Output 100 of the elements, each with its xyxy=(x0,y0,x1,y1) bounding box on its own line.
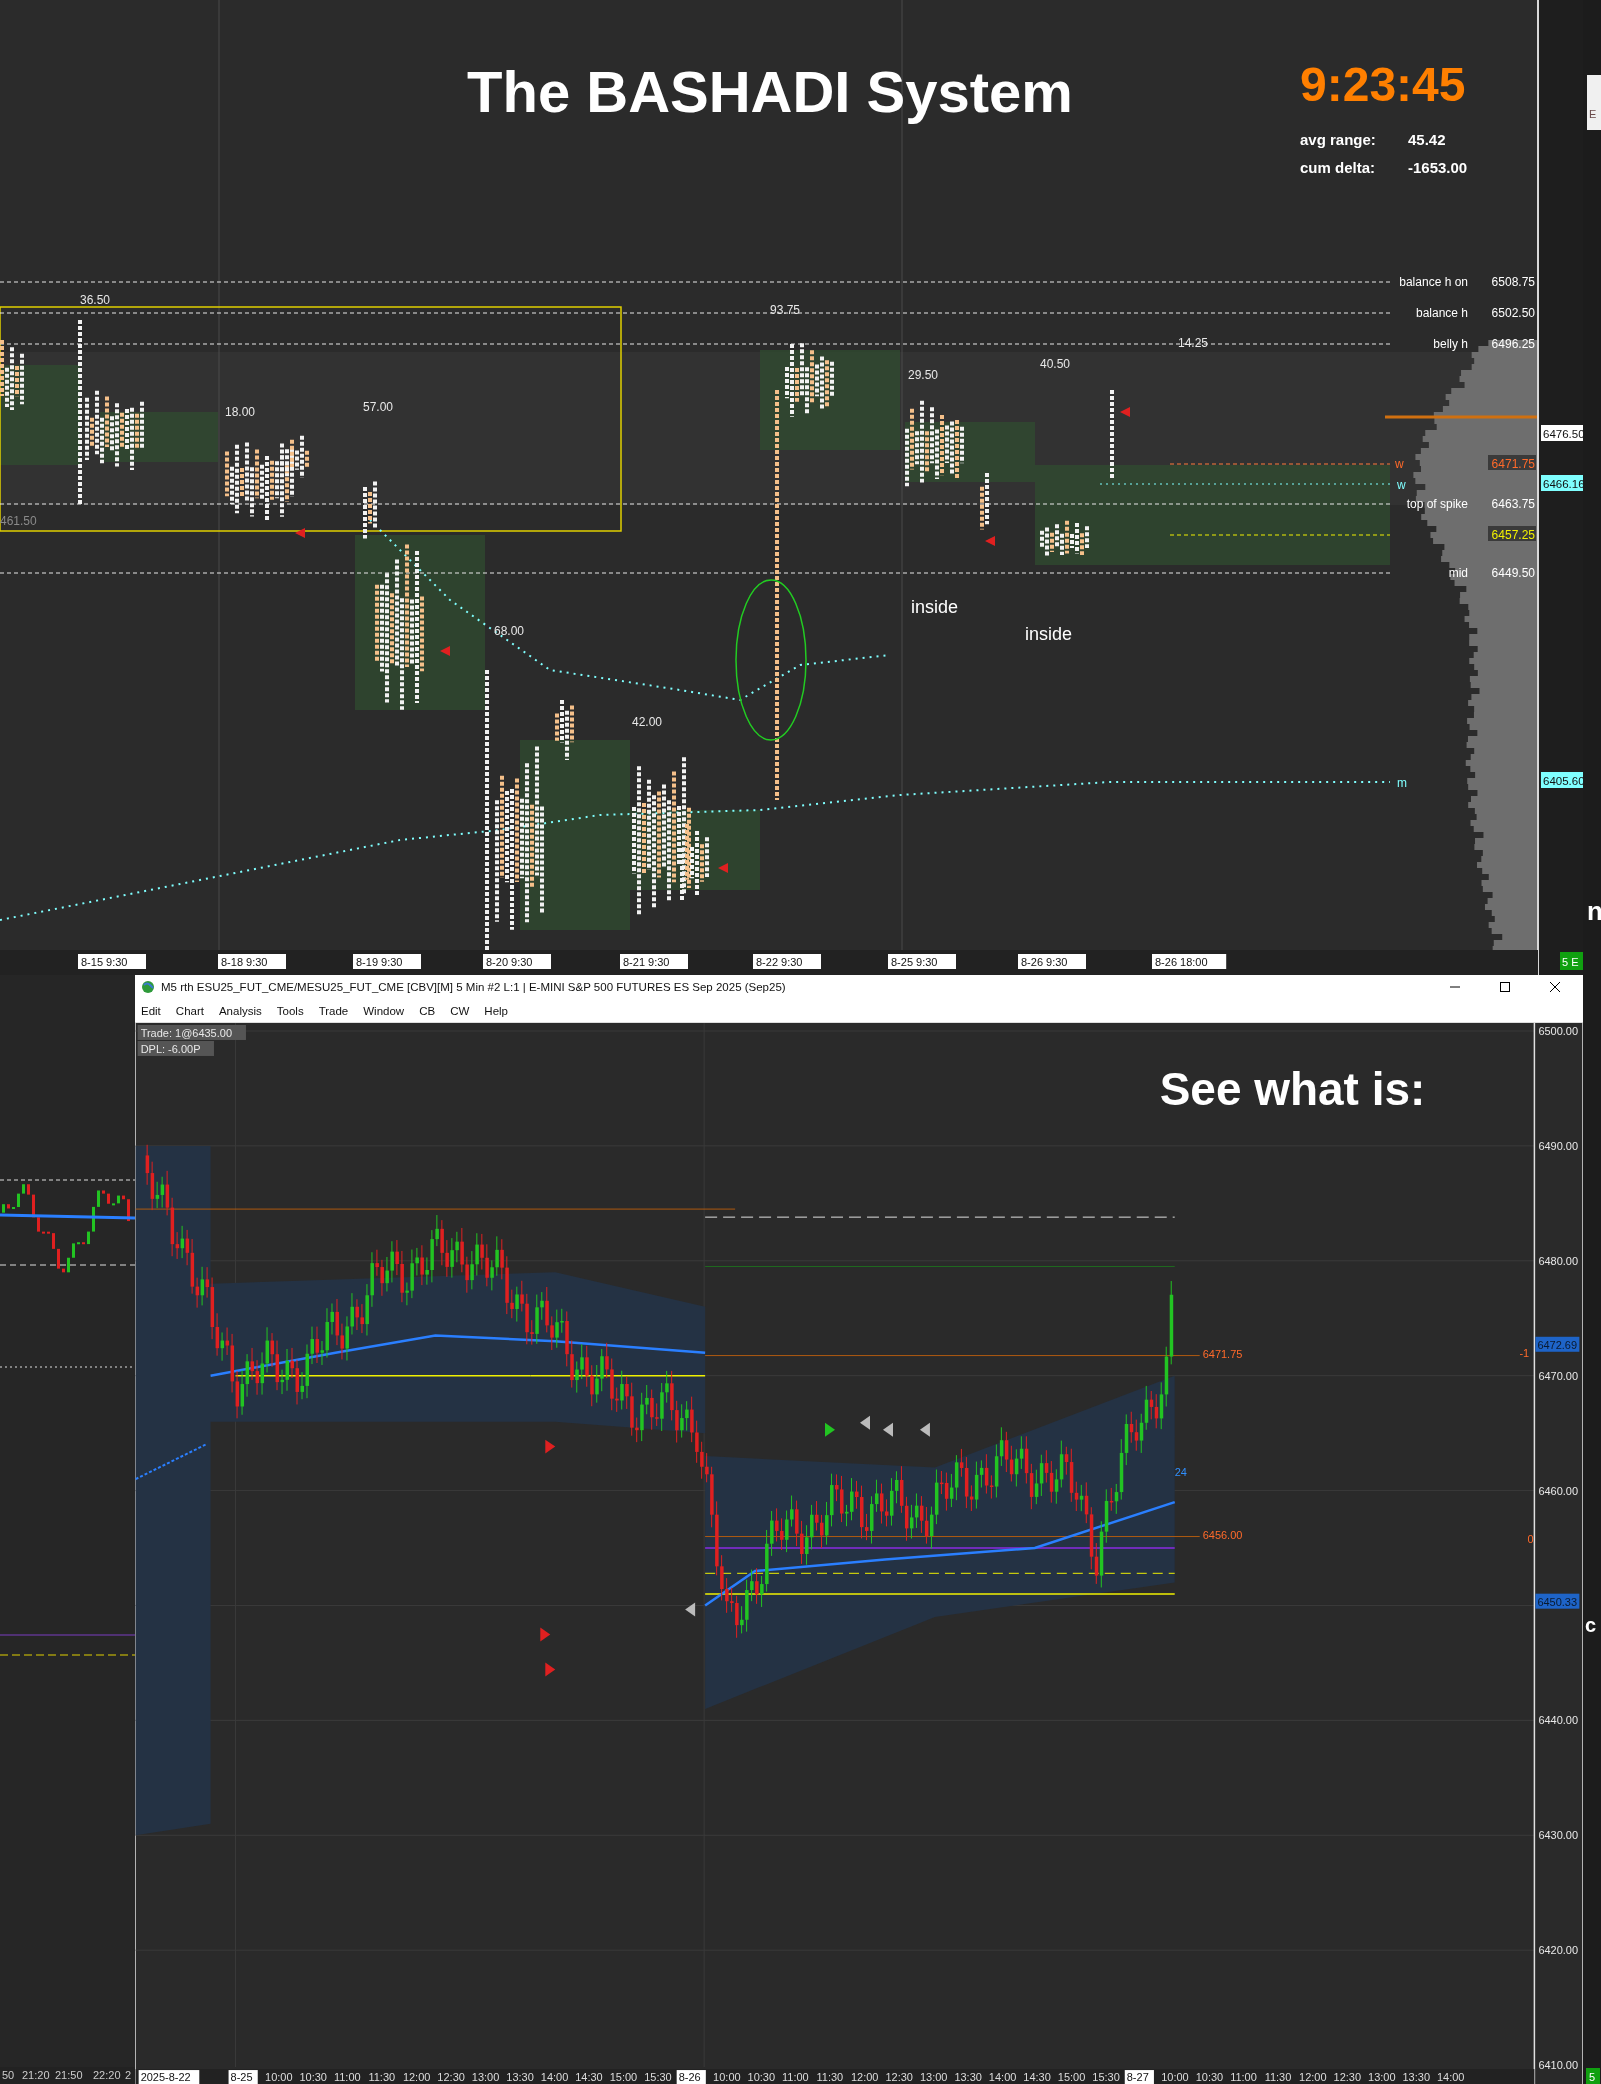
time-label: 11:30 xyxy=(816,2071,844,2083)
window-fragment-text: E xyxy=(1589,108,1597,120)
range-label: 68.00 xyxy=(494,624,525,638)
range-label: 57.00 xyxy=(363,400,394,414)
menu-item[interactable]: Analysis xyxy=(218,1004,262,1017)
time-label: 13:30 xyxy=(954,2071,982,2083)
time-label: 13:00 xyxy=(1368,2071,1396,2083)
menu-item[interactable]: Chart xyxy=(175,1004,204,1017)
window-fragment-text: n xyxy=(1587,896,1601,926)
time-label: 13:00 xyxy=(471,2071,500,2083)
time-label: 14:00 xyxy=(988,2071,1017,2083)
time-label: 15:30 xyxy=(644,2071,672,2083)
price-axis-label: 6500.00 xyxy=(1538,1024,1579,1037)
price-axis-label: 6430.00 xyxy=(1538,1829,1579,1842)
annotation-text: inside xyxy=(1025,624,1073,644)
time-label: 11:30 xyxy=(1264,2071,1292,2083)
close-icon xyxy=(1550,982,1560,993)
time-label: 8-26 18:00 xyxy=(1152,954,1227,969)
time-label: 8-18 9:30 xyxy=(218,954,286,969)
range-label: 14.25 xyxy=(1178,336,1209,350)
price-axis-label: 6410.00 xyxy=(1538,2059,1579,2072)
level-name: mid xyxy=(1448,566,1468,580)
time-label: 13:30 xyxy=(1402,2071,1430,2083)
stat-label: cum delta: xyxy=(1300,159,1375,176)
line-label: 6456.00 xyxy=(1202,1528,1243,1541)
range-label: 42.00 xyxy=(632,715,663,729)
time-label: 11:30 xyxy=(368,2071,396,2083)
time-label: 12:30 xyxy=(885,2071,913,2083)
stat-value: 45.42 xyxy=(1408,131,1446,148)
annotation-text: inside xyxy=(911,597,959,617)
time-label: 13:00 xyxy=(919,2071,948,2083)
level-value: 6471.75 xyxy=(1488,455,1536,471)
window-title: M5 rth ESU25_FUT_CME/MESU25_FUT_CME [CBV][M] 5 Min #2 L:1 | E-MINI S&P 500 FUTURES ES Sep 2025 (Sep25) xyxy=(161,981,786,994)
menu-item[interactable]: Tools xyxy=(276,1004,304,1017)
time-label: 11:00 xyxy=(1230,2071,1257,2083)
time-label: 15:00 xyxy=(609,2071,638,2083)
time-label: 12:00 xyxy=(1299,2071,1327,2083)
time-label: 14:00 xyxy=(540,2071,569,2083)
menu-item[interactable]: Trade xyxy=(318,1004,349,1017)
time-label: 10:00 xyxy=(265,2071,293,2083)
time-label: 21:20 xyxy=(22,2069,50,2081)
date-label: 2025-8-22 xyxy=(138,2070,200,2084)
menu-item[interactable]: CW xyxy=(450,1004,470,1017)
range-label: 18.00 xyxy=(225,405,256,419)
time-label: 22:20 xyxy=(93,2069,121,2081)
time-label: 8-20 9:30 xyxy=(483,954,551,969)
level-value: 6508.75 xyxy=(1491,275,1535,289)
level-value: 6457.25 xyxy=(1488,526,1536,542)
time-label: 21:50 xyxy=(55,2069,83,2081)
range-label: 36.50 xyxy=(80,293,111,307)
time-label: 8-26 9:30 xyxy=(1018,954,1086,969)
time-label: 8-21 9:30 xyxy=(620,954,688,969)
price-axis-label: 6460.00 xyxy=(1538,1484,1579,1497)
stat-label: avg range: xyxy=(1300,131,1376,148)
vwap-line xyxy=(135,1443,207,1481)
time-label: 10:30 xyxy=(1195,2071,1224,2083)
stat-value: -1653.00 xyxy=(1408,159,1468,176)
price-axis-label: 6480.00 xyxy=(1538,1254,1579,1267)
status-badge: 5 xyxy=(1586,2068,1600,2084)
time-label: 15:00 xyxy=(1057,2071,1086,2083)
time-label: 14:30 xyxy=(575,2071,603,2083)
maximize-icon xyxy=(1500,982,1510,993)
date-label: 8-27 xyxy=(1124,2070,1154,2084)
price-axis-label: 6420.00 xyxy=(1538,1944,1579,1957)
time-label: 12:30 xyxy=(1333,2071,1362,2083)
menu-item[interactable]: Window xyxy=(363,1004,405,1017)
status-badge: 5 E xyxy=(1560,952,1583,970)
line-marker: w xyxy=(1395,457,1404,471)
time-label: 13:30 xyxy=(506,2071,534,2083)
time-label: 8-15 9:30 xyxy=(78,954,146,969)
time-label: 10:00 xyxy=(1161,2071,1189,2083)
level-value: 6463.75 xyxy=(1491,497,1535,511)
range-label: 40.50 xyxy=(1040,357,1071,371)
time-label: 10:30 xyxy=(747,2071,776,2083)
level-name: top of spike xyxy=(1406,497,1468,511)
price-axis-label: 6440.00 xyxy=(1538,1714,1579,1727)
range-label: 93.75 xyxy=(770,303,801,317)
time-label: 8-22 9:30 xyxy=(753,954,821,969)
range-label: 29.50 xyxy=(908,368,939,382)
headline: See what is: xyxy=(1159,1062,1426,1115)
menu-item[interactable]: Help xyxy=(484,1004,508,1017)
window-fragment-text: c xyxy=(1585,1614,1597,1636)
time-label: 2 xyxy=(125,2069,132,2081)
menu-item[interactable]: CB xyxy=(419,1004,436,1017)
level-name: balance h xyxy=(1415,306,1468,320)
time-label: 14:30 xyxy=(1023,2071,1051,2083)
level-value: 6502.50 xyxy=(1491,306,1535,320)
time-label: 50 xyxy=(2,2069,15,2081)
time-label: 10:00 xyxy=(713,2071,741,2083)
time-label: 12:00 xyxy=(402,2071,431,2083)
price-axis-label: 6490.00 xyxy=(1538,1139,1579,1152)
clock: 9:23:45 xyxy=(1300,58,1466,111)
time-label: 12:00 xyxy=(851,2071,879,2083)
time-label: 10:30 xyxy=(299,2071,327,2083)
line-marker: m xyxy=(1397,776,1407,790)
level-name: belly h xyxy=(1433,337,1468,351)
menu-item[interactable]: Edit xyxy=(141,1004,161,1017)
price-axis-label: 6470.00 xyxy=(1538,1369,1579,1382)
line-label: -1 xyxy=(1519,1346,1530,1359)
line-label: 0 xyxy=(1527,1532,1534,1545)
